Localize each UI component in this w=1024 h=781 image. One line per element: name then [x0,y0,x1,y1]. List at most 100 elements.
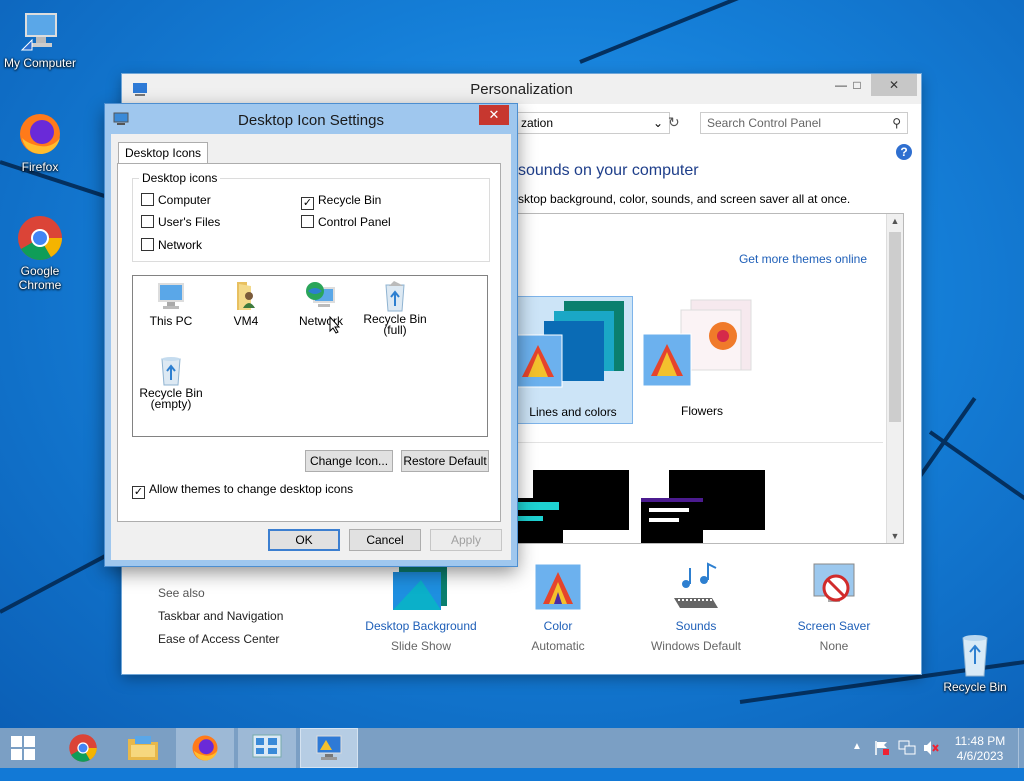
list-item-network[interactable]: Network [283,280,359,328]
close-button[interactable]: ✕ [871,74,917,96]
change-icon-button[interactable]: Change Icon... [305,450,393,472]
checkbox-box[interactable] [301,215,314,228]
theme-high-contrast-1[interactable] [513,470,633,543]
theme-label: Lines and colors [529,405,617,419]
preview-bar [641,498,703,502]
help-icon[interactable]: ? [896,144,912,160]
preview-bar [513,516,543,521]
dialog-titlebar[interactable]: Desktop Icon Settings ✕ [105,104,517,134]
user-folder-icon [237,282,255,310]
scrollbar-thumb[interactable] [889,232,901,422]
theme-flowers[interactable]: Flowers [642,296,761,422]
search-input[interactable]: Search Control Panel ⚲ [700,112,908,134]
desktop-icon-google-chrome[interactable]: Google Chrome [0,214,80,292]
tile-color[interactable]: Color Automatic [488,562,628,653]
theme-preview-flowers [642,299,752,387]
taskbar: ▲ 11:48 PM 4/6/2023 [0,728,1024,768]
desktop-icon-label: Firefox [21,160,59,174]
tab-desktop-icons[interactable]: Desktop Icons [118,142,209,163]
network-tray-icon[interactable] [898,740,916,780]
tile-screen-saver[interactable]: Screen Saver None [764,562,904,653]
apply-button[interactable]: Apply [430,529,502,551]
recycle-bin-full-icon [385,281,405,312]
link-taskbar-and-navigation[interactable]: Taskbar and Navigation [158,609,283,623]
color-palette-icon [534,563,582,611]
theme-preview-lines-and-colors [513,301,624,388]
tile-value: Automatic [531,639,585,653]
cancel-button[interactable]: Cancel [349,529,421,551]
list-item-label: Recycle Bin (empty) [139,386,203,411]
show-desktop-button[interactable] [1018,728,1024,768]
firefox-icon [20,114,60,154]
checkbox-network[interactable]: Network [141,238,202,252]
tile-name: Sounds [675,619,717,633]
list-item-recycle-bin-empty[interactable]: Recycle Bin (empty) [133,354,209,411]
get-more-themes-link[interactable]: Get more themes online [739,252,867,266]
chrome-icon [69,734,97,762]
desktop-icon-list[interactable]: This PC VM4 Network Recycle Bin (full) R… [132,275,488,437]
desktop-icon-firefox[interactable]: Firefox [0,110,80,174]
taskbar-chrome[interactable] [54,728,112,768]
theme-high-contrast-2[interactable] [641,470,781,543]
network-icon [306,282,335,307]
desktop-icon-recycle-bin[interactable]: Recycle Bin [935,630,1015,694]
refresh-icon[interactable]: ↻ [668,114,680,131]
dialog-close-button[interactable]: ✕ [479,105,509,125]
taskbar-control-panel[interactable] [238,728,296,768]
search-placeholder: Search Control Panel [707,116,822,130]
checkbox-allow-themes[interactable]: ✓ Allow themes to change desktop icons [132,482,353,499]
list-item-this-pc[interactable]: This PC [133,280,209,328]
page-subtitle: sktop background, color, sounds, and scr… [518,192,851,206]
checkbox-box[interactable]: ✓ [132,486,145,499]
maximize-button[interactable]: □ [840,74,874,96]
chevron-down-icon[interactable]: ⌄ [653,113,663,133]
volume-muted-icon[interactable] [922,740,940,780]
checkbox-box[interactable] [141,215,154,228]
themes-list: Get more themes online Lines and colors … [512,213,904,544]
start-button[interactable] [0,728,46,768]
group-label: Desktop icons [139,171,221,185]
checkbox-box[interactable] [141,193,154,206]
recycle-bin-icon [962,635,988,677]
search-icon[interactable]: ⚲ [892,113,901,133]
list-item-vm4[interactable]: VM4 [208,280,284,328]
checkbox-control-panel[interactable]: Control Panel [301,215,391,229]
personalization-icon [316,735,342,760]
checkbox-recycle-bin[interactable]: ✓ Recycle Bin [301,193,381,210]
taskbar-personalization[interactable] [300,728,358,768]
desktop-icon-label: Recycle Bin [943,680,1007,694]
checkbox-box[interactable]: ✓ [301,197,314,210]
link-ease-of-access-center[interactable]: Ease of Access Center [158,632,279,646]
checkbox-label: Network [158,238,203,252]
action-center-flag-icon[interactable] [874,740,890,780]
list-item-recycle-bin-full[interactable]: Recycle Bin (full) [357,280,433,337]
ok-button[interactable]: OK [268,529,340,551]
tile-value: None [819,639,849,653]
tile-sounds[interactable]: Sounds Windows Default [626,562,766,653]
see-also-header: See also [158,586,205,600]
desktop-icon-my-computer[interactable]: My Computer [0,10,80,70]
show-hidden-icons-button[interactable]: ▲ [852,741,862,781]
scroll-up-icon[interactable]: ▲ [887,216,903,226]
screen-saver-icon [813,563,855,602]
scroll-down-icon[interactable]: ▼ [887,531,903,541]
checkbox-box[interactable] [141,238,154,251]
checkbox-users-files[interactable]: User's Files [141,215,220,229]
computer-icon [158,283,184,309]
dialog-client: Desktop Icons Desktop icons Computer ✓ Re… [111,134,511,560]
checkbox-label: Allow themes to change desktop icons [149,482,354,496]
chrome-icon [18,216,62,260]
window-titlebar[interactable]: Personalization — □ ✕ [122,74,921,104]
address-bar[interactable]: zation ⌄ [512,112,670,134]
tile-desktop-background[interactable]: Desktop Background Slide Show [351,562,491,653]
taskbar-clock[interactable]: 11:48 PM 4/6/2023 [950,734,1010,764]
preview-bar [513,502,559,510]
themes-scrollbar[interactable]: ▲ ▼ [886,214,903,543]
taskbar-file-explorer[interactable] [114,728,172,768]
taskbar-firefox[interactable] [176,728,234,768]
theme-lines-and-colors[interactable]: Lines and colors [513,296,633,424]
computer-icon [20,13,57,51]
restore-default-button[interactable]: Restore Default [401,450,489,472]
clock-time: 11:48 PM [954,734,1006,748]
checkbox-computer[interactable]: Computer [141,193,211,207]
